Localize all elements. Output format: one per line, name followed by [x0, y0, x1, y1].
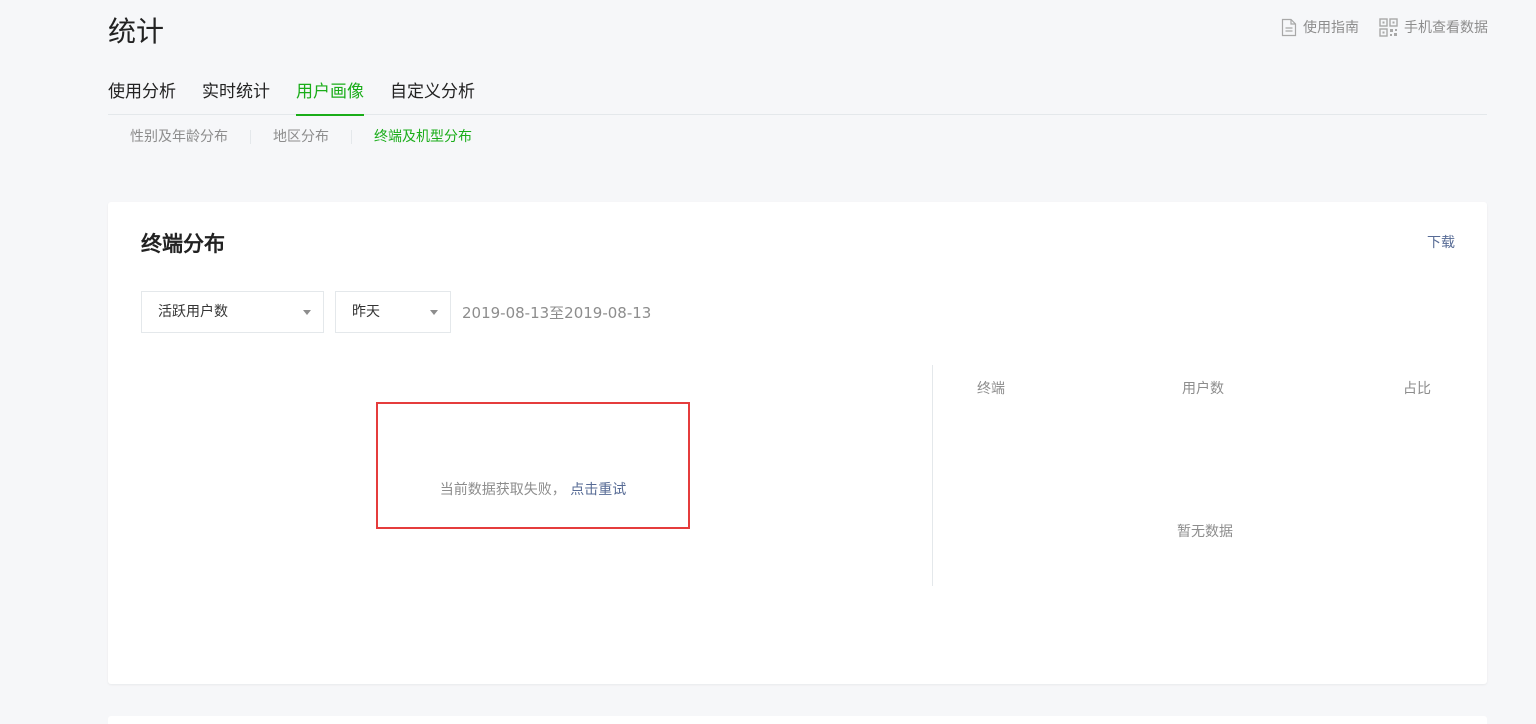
top-links: 使用指南 手机查看数据: [1281, 17, 1488, 37]
guide-link[interactable]: 使用指南: [1281, 17, 1359, 37]
terminal-distribution-card: 终端分布 下载 活跃用户数 昨天 2019-08-13至2019-08-13 当…: [108, 202, 1487, 684]
tab-realtime-stats[interactable]: 实时统计: [202, 78, 270, 115]
tab-user-profile[interactable]: 用户画像: [296, 78, 364, 116]
next-card: [108, 716, 1487, 724]
column-header-terminal: 终端: [977, 381, 1005, 397]
page-title: 统计: [108, 15, 165, 48]
tab-custom-analysis[interactable]: 自定义分析: [390, 78, 475, 115]
subtab-gender-age[interactable]: 性别及年龄分布: [108, 128, 250, 146]
guide-link-label: 使用指南: [1303, 20, 1359, 36]
vertical-divider: [932, 365, 933, 586]
document-icon: [1281, 18, 1297, 37]
column-header-ratio: 占比: [1403, 381, 1431, 397]
download-link[interactable]: 下载: [1427, 232, 1455, 252]
column-header-users: 用户数: [1182, 381, 1224, 397]
retry-link[interactable]: 点击重试: [570, 482, 626, 498]
card-title: 终端分布: [141, 232, 225, 256]
subtab-terminal-model[interactable]: 终端及机型分布: [352, 128, 494, 146]
qrcode-icon: [1379, 17, 1398, 37]
mobile-data-label: 手机查看数据: [1404, 20, 1488, 36]
date-select-value: 昨天: [352, 304, 380, 320]
sub-tabs: 性别及年龄分布 地区分布 终端及机型分布: [108, 128, 494, 146]
metric-select-value: 活跃用户数: [158, 304, 228, 320]
empty-state: 暂无数据: [1177, 524, 1233, 540]
date-select[interactable]: 昨天: [335, 291, 451, 333]
main-tabs: 使用分析 实时统计 用户画像 自定义分析: [108, 78, 1487, 116]
subtab-region[interactable]: 地区分布: [251, 128, 351, 146]
chevron-down-icon: [430, 310, 438, 315]
metric-select[interactable]: 活跃用户数: [141, 291, 324, 333]
chevron-down-icon: [303, 310, 311, 315]
error-text: 当前数据获取失败，: [439, 482, 566, 498]
date-range: 2019-08-13至2019-08-13: [462, 304, 652, 322]
error-message: 当前数据获取失败， 点击重试: [378, 479, 688, 499]
mobile-data-link[interactable]: 手机查看数据: [1379, 17, 1488, 37]
tab-usage-analysis[interactable]: 使用分析: [108, 78, 176, 115]
error-highlight-box: 当前数据获取失败， 点击重试: [376, 402, 690, 529]
